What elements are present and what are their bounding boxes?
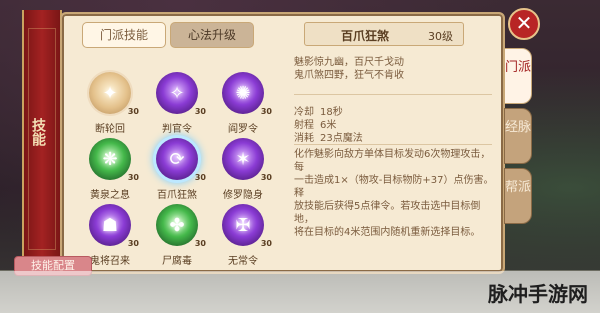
skill-level: 30 bbox=[260, 173, 272, 182]
purple-token-icon: ✠ 30 bbox=[222, 204, 272, 248]
skill-detail-level: 30级 bbox=[428, 30, 453, 43]
skill-stats: 冷却 18秒 射程 6米 消耗 23点魔法 bbox=[294, 106, 363, 145]
skill-slot-shifudu[interactable]: ✤ 30 尸腐毒 bbox=[142, 204, 212, 267]
side-tab-menpai[interactable]: 门派 bbox=[504, 48, 532, 104]
skill-panel: 门派技能 心法升级 ✦ 30 断轮回 ✧ 30 判官令 ✺ 30 阎罗令 ❋ 30 黄泉… bbox=[60, 12, 505, 274]
effect-line: 将在目标的4米范围内随机重新选择目标。 bbox=[294, 227, 481, 238]
effect-line: 化作魅影向敌方单体目标发动6次物理攻击，每 bbox=[294, 149, 491, 173]
banner-title: 技能 bbox=[30, 118, 46, 146]
purple-cloak-icon: ✶ 30 bbox=[222, 138, 272, 182]
effect-line: 放技能后获得5点律令。若攻击选中目标倒地， bbox=[294, 201, 481, 225]
divider bbox=[294, 94, 492, 95]
stat-label: 冷却 bbox=[294, 107, 314, 118]
skill-level: 30 bbox=[194, 239, 206, 248]
divider bbox=[294, 144, 492, 145]
skill-poem: 魅影惊九幽，百尺千戈动 鬼爪煞四野，狂气不肯收 bbox=[294, 56, 404, 82]
watermark-strip: 脉冲手游网 bbox=[0, 271, 600, 313]
tab-xinfa-upgrade[interactable]: 心法升级 bbox=[170, 22, 254, 48]
stat-label: 射程 bbox=[294, 120, 314, 131]
green-mist-icon: ❋ 30 bbox=[89, 138, 139, 182]
purple-flame-icon: ✺ 30 bbox=[222, 72, 272, 116]
skill-label: 阎罗令 bbox=[228, 124, 258, 135]
purple-ghost-icon: ☗ 30 bbox=[89, 204, 139, 248]
skill-slot-yanluoling[interactable]: ✺ 30 阎罗令 bbox=[208, 72, 278, 135]
skill-slot-xiuluoyinshen[interactable]: ✶ 30 修罗隐身 bbox=[208, 138, 278, 201]
poem-line: 魅影惊九幽，百尺千戈动 bbox=[294, 57, 404, 68]
skill-level: 30 bbox=[194, 173, 206, 182]
skill-level: 30 bbox=[127, 239, 139, 248]
poem-line: 鬼爪煞四野，狂气不肯收 bbox=[294, 70, 404, 81]
skill-label: 百爪狂煞 bbox=[157, 190, 197, 201]
skill-detail-pane: 百爪狂煞 30级 魅影惊九幽，百尺千戈动 鬼爪煞四野，狂气不肯收 冷却 18秒 射… bbox=[284, 20, 500, 262]
close-button[interactable]: ✕ bbox=[508, 8, 540, 40]
skill-label: 断轮回 bbox=[95, 124, 125, 135]
gold-blade-icon: ✦ 30 bbox=[89, 72, 139, 116]
side-tab-bangpai[interactable]: 帮派 bbox=[504, 168, 532, 224]
stat-value: 6米 bbox=[320, 120, 337, 131]
skill-level: 30 bbox=[194, 107, 206, 116]
stat-value: 18秒 bbox=[320, 107, 343, 118]
side-tab-jingmai[interactable]: 经脉 bbox=[504, 108, 532, 164]
skill-slot-huangquanzhixi[interactable]: ❋ 30 黄泉之息 bbox=[75, 138, 145, 201]
skill-label: 尸腐毒 bbox=[162, 256, 192, 267]
green-poison-icon: ✤ 30 bbox=[156, 204, 206, 248]
watermark-text: 脉冲手游网 bbox=[488, 282, 588, 306]
skill-level: 30 bbox=[127, 173, 139, 182]
skill-slot-duanlunhui[interactable]: ✦ 30 断轮回 bbox=[75, 72, 145, 135]
tab-menpai-skills[interactable]: 门派技能 bbox=[82, 22, 166, 48]
purple-vortex-icon: ⟳ 30 bbox=[156, 138, 206, 182]
skill-label: 修罗隐身 bbox=[223, 190, 263, 201]
purple-talisman-icon: ✧ 30 bbox=[156, 72, 206, 116]
skill-effect-text: 化作魅影向敌方单体目标发动6次物理攻击，每 一击造成1×（物攻-目标物防+37）… bbox=[294, 148, 494, 239]
skill-level: 30 bbox=[260, 107, 272, 116]
skill-detail-header: 百爪狂煞 30级 bbox=[304, 22, 464, 46]
skill-level: 30 bbox=[260, 239, 272, 248]
effect-line: 一击造成1×（物攻-目标物防+37）点伤害。释 bbox=[294, 175, 494, 199]
skill-label: 黄泉之息 bbox=[90, 190, 130, 201]
skill-slot-panguanling[interactable]: ✧ 30 判官令 bbox=[142, 72, 212, 135]
skill-label: 判官令 bbox=[162, 124, 192, 135]
skill-slot-wuchangling[interactable]: ✠ 30 无常令 bbox=[208, 204, 278, 267]
skill-detail-name: 百爪狂煞 bbox=[341, 29, 390, 43]
skill-level: 30 bbox=[127, 107, 139, 116]
skill-slot-baizhuakuangsha-selected[interactable]: ⟳ 30 百爪狂煞 bbox=[142, 138, 212, 201]
skill-label: 无常令 bbox=[228, 256, 258, 267]
